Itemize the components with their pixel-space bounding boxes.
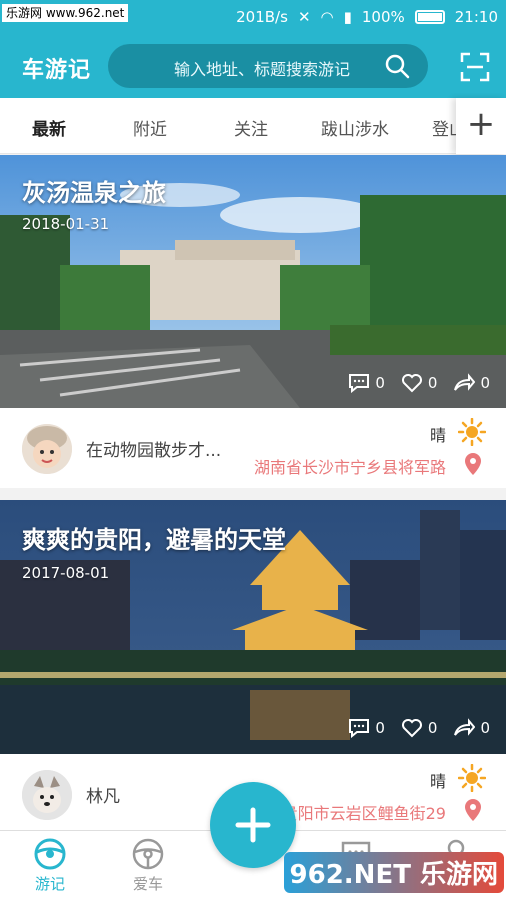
comment-icon	[349, 374, 370, 393]
heart-icon	[401, 374, 422, 393]
nav-my-car[interactable]: 爱车	[118, 837, 178, 894]
share-stat[interactable]: 0	[453, 373, 490, 393]
wifi-icon: ◠	[320, 8, 334, 26]
network-speed: 201B/s	[236, 8, 288, 26]
heart-icon	[401, 719, 422, 738]
battery-percent: 100%	[361, 8, 405, 26]
comment-count: 0	[375, 374, 385, 392]
car-wheel-icon	[132, 838, 164, 870]
card-meta[interactable]: 在动物园散步才... 晴 湖南省长沙市宁乡县将军路	[0, 408, 506, 488]
card-date: 2017-08-01	[22, 564, 110, 582]
card-stats: 0 0 0	[348, 718, 490, 738]
share-icon	[454, 718, 476, 736]
sun-icon	[458, 764, 486, 792]
username[interactable]: 在动物园散步才...	[86, 436, 221, 461]
card-title: 灰汤温泉之旅	[22, 179, 166, 207]
weather-label: 晴	[429, 772, 446, 791]
comment-icon	[349, 719, 370, 738]
tab-following[interactable]: 关注	[234, 115, 268, 140]
card-title: 爽爽的贵阳，避暑的天堂	[22, 526, 286, 554]
nav-my-car-label: 爱车	[132, 875, 163, 893]
scan-icon[interactable]	[460, 52, 490, 82]
plus-icon	[235, 807, 271, 843]
search-bar[interactable]: 输入地址、标题搜索游记	[108, 44, 428, 88]
clock: 21:10	[454, 8, 498, 26]
comment-count: 0	[375, 719, 385, 737]
nav-travelogue[interactable]: 游记	[20, 837, 80, 894]
like-stat[interactable]: 0	[401, 373, 438, 393]
category-tabs: 最新 附近 关注 跋山涉水 登山 +	[0, 98, 506, 154]
tab-latest[interactable]: 最新	[32, 115, 66, 140]
card-image[interactable]: 灰汤温泉之旅 2018-01-31 0 0 0	[0, 155, 506, 408]
avatar[interactable]	[22, 424, 72, 474]
mute-icon: ✕	[297, 8, 311, 26]
app-logo: 车游记	[22, 58, 92, 83]
app-header: 车游记 输入地址、标题搜索游记	[0, 36, 506, 98]
like-count: 0	[427, 374, 438, 392]
search-placeholder: 输入地址、标题搜索游记	[174, 60, 351, 79]
share-count: 0	[480, 719, 490, 737]
dog-avatar-image	[22, 770, 72, 820]
search-icon[interactable]	[384, 53, 410, 79]
card-image[interactable]: 爽爽的贵阳，避暑的天堂 2017-08-01 0 0 0	[0, 500, 506, 754]
card-date: 2018-01-31	[22, 215, 110, 233]
tab-hiking[interactable]: 跋山涉水	[321, 115, 389, 140]
like-count: 0	[427, 719, 438, 737]
status-icons: 201B/s ✕ ◠ ▮ 100% 21:10	[236, 8, 498, 26]
comment-stat[interactable]: 0	[348, 373, 385, 393]
weather-label: 晴	[429, 426, 446, 445]
nav-travelogue-label: 游记	[34, 875, 65, 893]
create-travelogue-button[interactable]	[210, 782, 296, 868]
avatar[interactable]	[22, 770, 72, 820]
share-icon	[454, 373, 476, 391]
battery-icon	[414, 10, 445, 24]
tab-nearby[interactable]: 附近	[133, 115, 167, 140]
location-label: 贵阳市云岩区鲤鱼街29	[281, 804, 446, 823]
location-pin-icon	[465, 453, 481, 475]
watermark-label: 乐游网 www.962.net	[2, 4, 129, 22]
signal-icon: ▮	[343, 8, 352, 26]
location-pin-icon	[465, 799, 481, 821]
like-stat[interactable]: 0	[401, 718, 438, 738]
watermark-logo: 962.NET 乐游网	[283, 852, 504, 893]
steering-wheel-icon	[34, 838, 66, 870]
sun-icon	[458, 418, 486, 446]
status-bar: 乐游网 www.962.net 201B/s ✕ ◠ ▮ 100% 21:10	[0, 0, 506, 36]
card-stats: 0 0 0	[348, 373, 490, 393]
share-stat[interactable]: 0	[453, 718, 490, 738]
comment-stat[interactable]: 0	[348, 718, 385, 738]
username[interactable]: 林凡	[86, 782, 120, 807]
location-label: 湖南省长沙市宁乡县将军路	[253, 458, 446, 477]
share-count: 0	[480, 374, 490, 392]
baby-avatar-image	[22, 424, 72, 474]
add-tab-button[interactable]: +	[456, 98, 506, 154]
